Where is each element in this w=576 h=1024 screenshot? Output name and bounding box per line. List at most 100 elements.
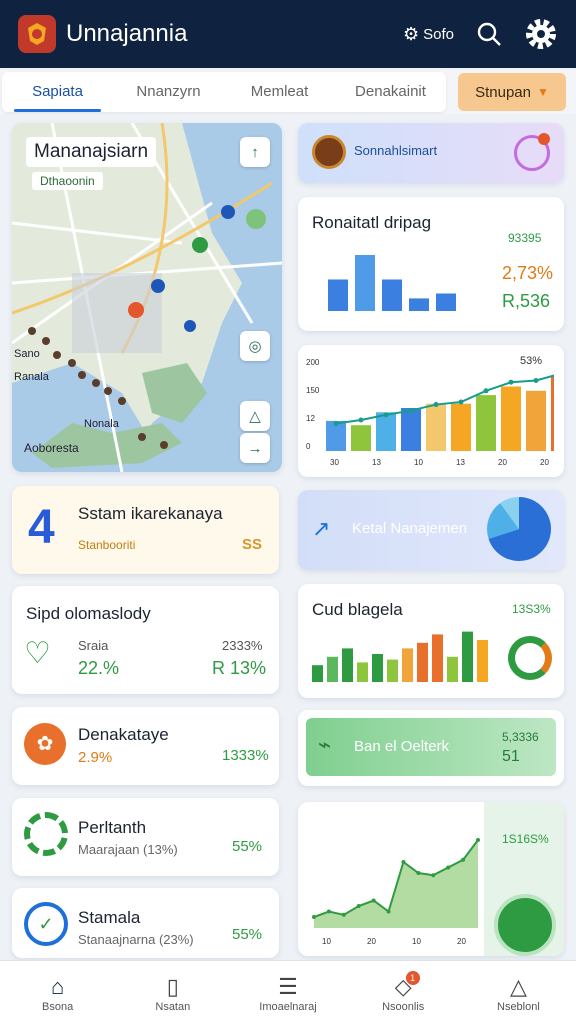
bar xyxy=(526,390,546,451)
tab-denakainit[interactable]: Denakainit xyxy=(335,72,446,112)
bottom-nav: ⌂ Bsona ▯ Nsatan ☰ Imoaelnaraj ◇ 1 Nsoonl… xyxy=(0,960,576,1024)
area-chart-card[interactable]: 10 20 10 20 1S16S% xyxy=(298,802,564,956)
flag-logo-icon xyxy=(18,15,56,53)
zoom-in-icon: △ xyxy=(249,408,261,425)
axis-label: 0 xyxy=(306,442,311,451)
bar-chart-card-2[interactable]: Cud blagela 13S3% xyxy=(298,584,564,698)
tab-dropdown-label: Stnupan xyxy=(475,83,531,101)
map-label: Nonala xyxy=(84,418,119,430)
bar xyxy=(451,403,471,451)
donut-chart-icon xyxy=(508,636,552,680)
nav-item-home[interactable]: ⌂ Bsona xyxy=(0,961,115,1024)
bar xyxy=(351,425,371,451)
bar xyxy=(372,654,383,682)
trend-point xyxy=(333,420,339,426)
tab-nnanzyrn[interactable]: Nnanzyrn xyxy=(113,72,224,112)
tab-memleat[interactable]: Memleat xyxy=(224,72,335,112)
card-badge: SS xyxy=(242,536,263,553)
area-point xyxy=(476,838,480,842)
map-zoom-out-button[interactable]: → xyxy=(240,433,270,463)
stat-card[interactable]: 4 Sstam ikarekanaya Stanbooriti SS xyxy=(12,486,279,574)
map-label: Ranala xyxy=(14,371,49,383)
bar xyxy=(447,656,458,682)
area-point xyxy=(416,871,421,875)
axis-label: 10 xyxy=(414,458,423,467)
map-title: Mananajsiarn xyxy=(26,137,157,167)
search-button[interactable] xyxy=(476,21,502,47)
trend-point xyxy=(408,408,414,414)
bar xyxy=(462,631,473,682)
settings-button[interactable] xyxy=(524,17,558,51)
map-layers-button[interactable]: ◎ xyxy=(240,331,270,361)
gear-badge-icon xyxy=(24,812,68,856)
notification-button[interactable]: ⚙ Sofo xyxy=(403,24,454,45)
nav-label: Imoaelnaraj xyxy=(259,1000,317,1013)
map-zoom-in-button[interactable]: △ xyxy=(240,401,270,431)
stat-card[interactable]: ✓ Stamala Stanaajnarna (23%) 55% xyxy=(12,888,279,958)
nav-badge: 1 xyxy=(405,970,420,985)
bar xyxy=(402,648,413,682)
zoom-out-icon: → xyxy=(247,439,263,457)
card-title: Sstam ikarekanaya xyxy=(78,504,223,523)
trend-point xyxy=(483,388,489,394)
bar xyxy=(477,640,488,682)
navigate-icon: ↑ xyxy=(251,143,259,161)
status-text: Sofo xyxy=(423,25,454,43)
search-icon xyxy=(477,22,501,46)
app-header: Unnajannia ⚙ Sofo xyxy=(0,0,576,68)
trend-icon: ↗ xyxy=(312,516,331,541)
combo-chart-card[interactable]: 200 150 12 0 30 13 10 13 20 20 53% xyxy=(298,345,564,477)
nav-item-box[interactable]: ◇ 1 Nsoonlis xyxy=(346,961,461,1024)
tab-sapiata[interactable]: Sapiata xyxy=(2,72,113,112)
axis-label: 13 xyxy=(372,458,381,467)
layers-icon: ◎ xyxy=(248,338,262,355)
chart-value: 93395 xyxy=(508,231,542,245)
nav-item-report[interactable]: ☰ Imoaelnaraj xyxy=(230,961,345,1024)
chart-value: 5,3336 xyxy=(502,730,539,744)
card-value: 22.% xyxy=(78,658,120,678)
stat-card[interactable]: Perltanth Maarajaan (13%) 55% xyxy=(12,798,279,876)
card-label: Sraia xyxy=(78,638,109,653)
stat-card[interactable]: ✿ Denakataye 2.9% 1333% xyxy=(12,707,279,785)
nav-item-inbox[interactable]: △ Nseblonl xyxy=(461,961,576,1024)
combo-chart: 200 150 12 0 30 13 10 13 20 20 xyxy=(306,358,554,467)
pie-card[interactable]: ↗ Ketal Nanajemen xyxy=(298,490,564,570)
bar xyxy=(432,634,443,682)
bar xyxy=(342,648,353,682)
axis-label: 10 xyxy=(322,937,331,946)
area-point xyxy=(356,904,361,908)
tab-dropdown[interactable]: Stnupan ▼ xyxy=(458,73,566,111)
bar xyxy=(476,395,496,451)
box-icon: ◇ 1 xyxy=(395,970,420,1001)
trend-point xyxy=(508,379,514,385)
app-title: Unnajannia xyxy=(66,20,188,47)
bar xyxy=(327,656,338,682)
bar xyxy=(376,412,396,451)
bar-chart xyxy=(328,255,456,311)
card-value: 2.9% xyxy=(78,749,113,766)
nav-item-document[interactable]: ▯ Nsatan xyxy=(115,961,230,1024)
profile-card[interactable]: Sonnahlsimart xyxy=(298,123,564,183)
card-subtitle: Stanaajnarna (23%) xyxy=(78,932,194,947)
bar-chart xyxy=(312,631,488,682)
chart-value: 1S16S% xyxy=(502,832,549,846)
card-title: Sipd olomaslody xyxy=(26,604,151,623)
avatar xyxy=(312,135,346,169)
card-value: 55% xyxy=(232,838,263,855)
area-point xyxy=(326,909,331,914)
map-label: Aoboresta xyxy=(24,441,79,455)
bar xyxy=(501,386,521,451)
area-chart: 10 20 10 20 xyxy=(312,838,480,946)
green-card[interactable]: ⌁ Ban el Oelterk 5,3336 51 xyxy=(298,710,564,786)
map-navigate-button[interactable]: ↑ xyxy=(240,137,270,167)
bar-chart-card[interactable]: Ronaitatl dripag 93395 2,73% R,536 xyxy=(298,197,564,331)
map-card[interactable]: Mananajsiarn Dthaoonin ↑ ◎ △ → Sano Rana… xyxy=(12,123,282,472)
axis-label: 13 xyxy=(456,458,465,467)
stat-card[interactable]: Sipd olomaslody ♡ Sraia 22.% 2333% R 13% xyxy=(12,586,279,694)
card-label: 2333% xyxy=(222,638,263,653)
axis-label: 30 xyxy=(330,458,339,467)
bar xyxy=(401,408,421,451)
card-subtitle: Stanbooriti xyxy=(78,538,136,552)
bar xyxy=(436,293,456,311)
axis-label: 200 xyxy=(306,358,320,367)
